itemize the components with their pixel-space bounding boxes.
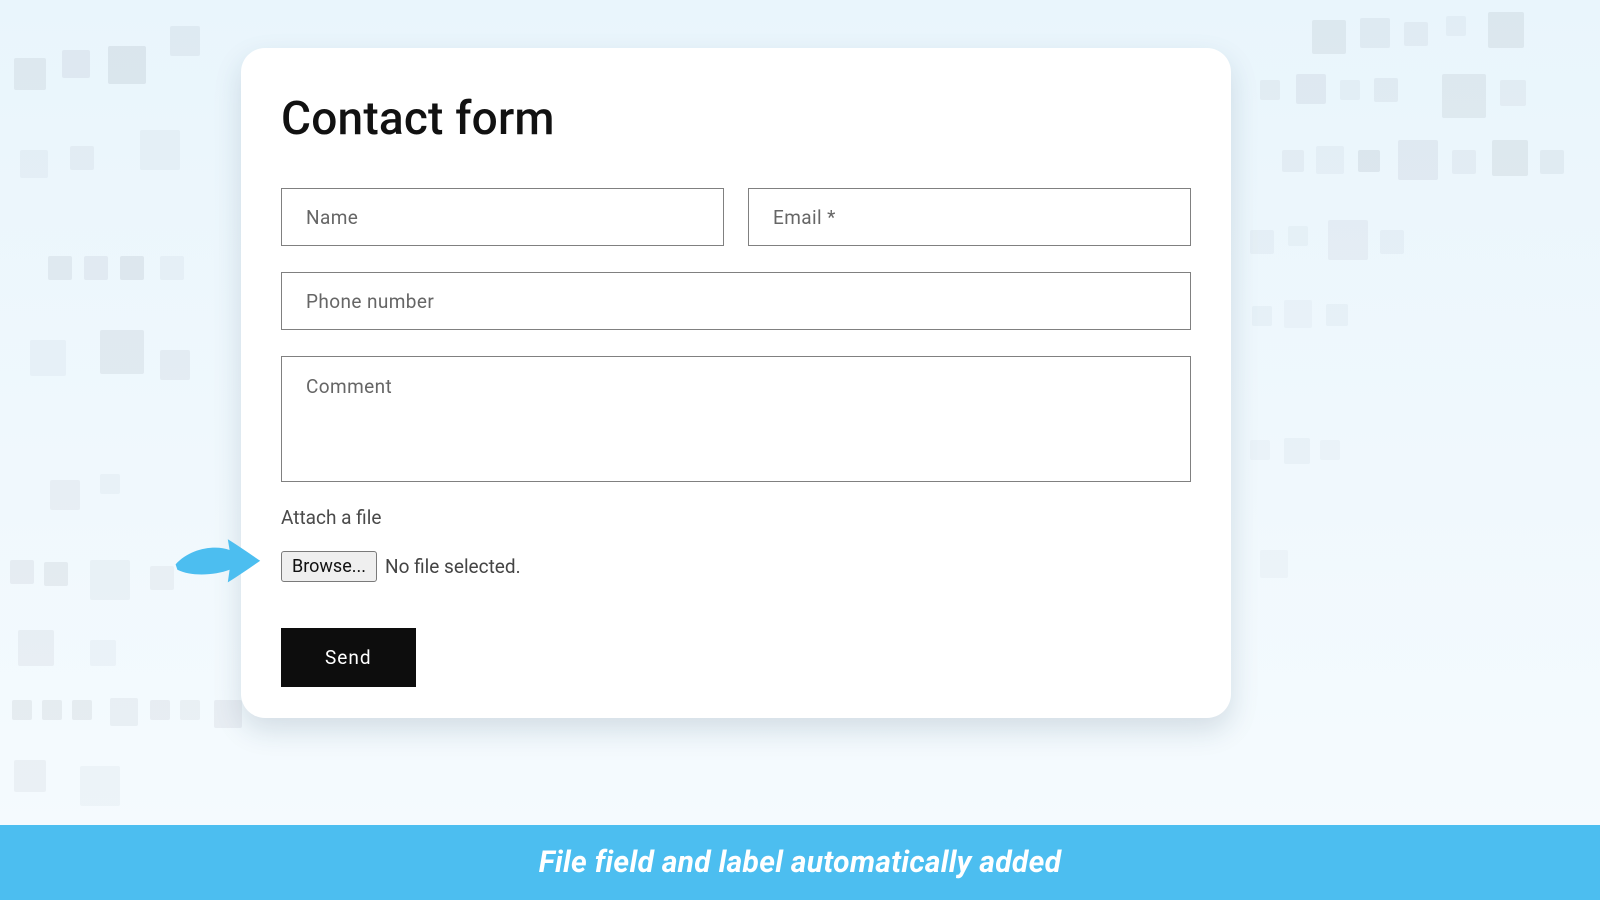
comment-field[interactable] bbox=[281, 356, 1191, 482]
attach-file-label: Attach a file bbox=[281, 506, 1191, 529]
name-field[interactable] bbox=[281, 188, 724, 246]
caption-text: File field and label automatically added bbox=[539, 845, 1062, 880]
phone-field[interactable] bbox=[281, 272, 1191, 330]
email-field[interactable] bbox=[748, 188, 1191, 246]
browse-button[interactable]: Browse... bbox=[281, 551, 377, 582]
form-title: Contact form bbox=[281, 92, 1191, 146]
send-button[interactable]: Send bbox=[281, 628, 416, 687]
no-file-selected-text: No file selected. bbox=[385, 555, 521, 578]
contact-form-card: Contact form Attach a file Browse... No … bbox=[241, 48, 1231, 718]
caption-banner: File field and label automatically added bbox=[0, 825, 1600, 900]
